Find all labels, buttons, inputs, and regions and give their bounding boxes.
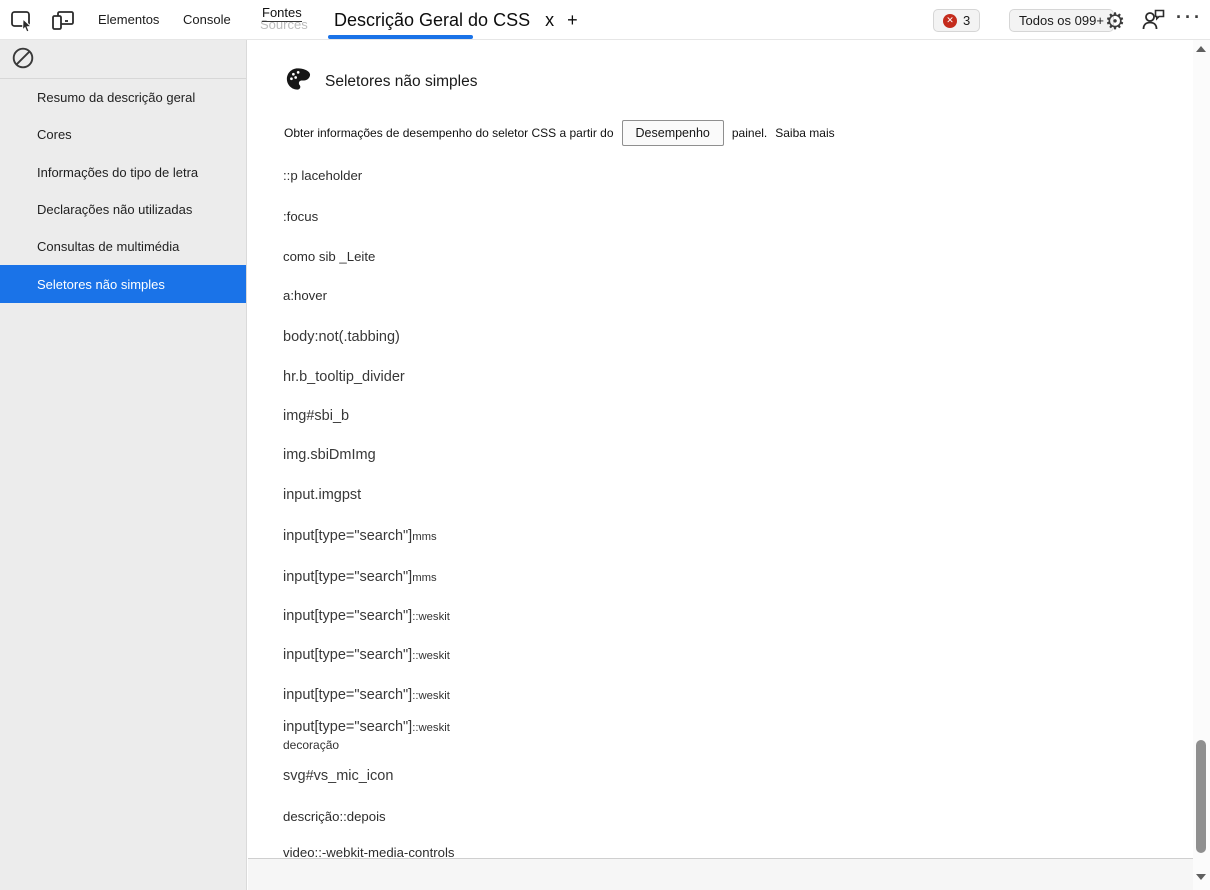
selector-row: svg#vs_mic_icon — [283, 768, 393, 784]
page-title: Seletores não simples — [325, 72, 478, 90]
close-tab-icon[interactable]: x — [545, 10, 554, 30]
tab-css-overview-label: Descrição Geral do CSS — [334, 10, 531, 30]
selector-text: img.sbiDmImg — [283, 447, 376, 463]
settings-gear-icon[interactable]: ⚙ — [1101, 2, 1129, 40]
sidebar-header — [0, 40, 246, 79]
feedback-person-icon[interactable] — [1140, 8, 1166, 32]
selector-suffix: mms — [412, 572, 437, 584]
panel-heading: Seletores não simples — [284, 66, 478, 97]
selector-row: ::p laceholder — [283, 168, 362, 183]
non-simple-selectors-panel: Seletores não simples Obter informações … — [248, 40, 1192, 858]
device-emulation-icon[interactable] — [50, 9, 76, 33]
css-overview-sidebar: Resumo da descrição geral Cores Informaçõe… — [0, 40, 247, 890]
hint-text-before: Obter informações de desempenho do selet… — [284, 126, 614, 140]
tab-fontes[interactable]: Fontes Sources — [258, 0, 328, 40]
selector-suffix: ::weskit — [412, 690, 450, 702]
performance-button[interactable]: Desempenho — [621, 120, 724, 146]
selector-row: input[type="search"]::weskitdecoração — [283, 719, 450, 752]
selector-second-line: decoração — [283, 738, 340, 752]
tab-css-overview[interactable]: Descrição Geral do CSS x + — [334, 0, 578, 40]
bottom-strip — [248, 858, 1210, 890]
selector-row: descrição::depois — [283, 809, 386, 824]
selector-suffix: ::weskit — [412, 650, 450, 662]
selector-row: input[type="search"]::weskit — [283, 608, 450, 624]
selector-text: ::p laceholder — [283, 168, 363, 183]
selector-text: svg#vs_mic_icon — [283, 768, 394, 784]
selector-suffix: mms — [412, 531, 437, 543]
selector-row: como sib _Leite — [283, 249, 375, 264]
selector-row: input[type="search"]::weskit — [283, 687, 450, 703]
selector-row: input[type="search"]mms — [283, 528, 437, 544]
devtools-toolbar: Elementos Console Fontes Sources Descriç… — [0, 0, 1210, 40]
selector-text: :focus — [283, 209, 319, 224]
selector-text: input[type="search"] — [283, 608, 413, 624]
sidebar-item-3[interactable]: Declarações não utilizadas — [0, 191, 246, 228]
sidebar-nav: Resumo da descrição geral Cores Informaçõe… — [0, 79, 246, 303]
selector-suffix: ::weskit — [412, 722, 450, 734]
error-icon: ✕ — [943, 13, 957, 28]
error-count: 3 — [963, 13, 971, 28]
selector-text: img#sbi_b — [283, 408, 350, 424]
selector-text: a:hover — [283, 288, 327, 303]
performance-hint-row: Obter informações de desempenho do selet… — [284, 120, 835, 146]
scroll-down-icon[interactable] — [1196, 874, 1206, 880]
selector-row: a:hover — [283, 288, 327, 303]
selector-text: descrição::depois — [283, 809, 386, 824]
new-tab-icon[interactable]: + — [567, 10, 578, 30]
selector-text: input[type="search"] — [283, 687, 413, 703]
selector-row: video::-webkit-media-controls — [283, 845, 455, 858]
sidebar-item-4[interactable]: Consultas de multimédia — [0, 228, 246, 265]
selector-suffix: ::weskit — [412, 611, 450, 623]
tab-fontes-label: Fontes — [262, 5, 302, 22]
sidebar-item-5[interactable]: Seletores não simples — [0, 265, 246, 303]
scrollbar-thumb[interactable] — [1196, 740, 1206, 853]
error-counter-badge[interactable]: ✕ 3 — [933, 9, 981, 32]
issues-badge[interactable]: Todos os 099+ — [1009, 9, 1114, 32]
selector-text: input[type="search"] — [283, 647, 413, 663]
inspect-element-icon[interactable] — [10, 9, 36, 33]
selector-text: input[type="search"] — [283, 719, 413, 735]
sidebar-item-0[interactable]: Resumo da descrição geral — [0, 79, 246, 116]
selector-text: input.imgpst — [283, 487, 362, 503]
tab-console[interactable]: Console — [183, 0, 231, 40]
more-options-icon[interactable]: ··· — [1176, 0, 1203, 40]
selector-row: input[type="search"]mms — [283, 569, 437, 585]
selector-text: input[type="search"] — [283, 569, 413, 585]
clear-overview-icon[interactable] — [11, 46, 35, 75]
selector-text: input[type="search"] — [283, 528, 413, 544]
sidebar-item-2[interactable]: Informações do tipo de letra — [0, 154, 246, 191]
selector-row: img.sbiDmImg — [283, 447, 376, 463]
active-tab-underline — [328, 35, 473, 39]
selector-text: video::-webkit-media-controls — [283, 845, 455, 858]
selector-row: hr.b_tooltip_divider — [283, 369, 405, 385]
learn-more-link[interactable]: Saiba mais — [775, 126, 834, 140]
hint-text-after: painel. — [731, 126, 768, 140]
scroll-up-icon[interactable] — [1196, 46, 1206, 52]
selector-row: img#sbi_b — [283, 408, 349, 424]
selector-row: input[type="search"]::weskit — [283, 647, 450, 663]
tab-elementos[interactable]: Elementos — [98, 0, 159, 40]
palette-icon — [284, 66, 311, 97]
selector-row: body:not(.tabbing) — [283, 329, 400, 345]
sidebar-item-1[interactable]: Cores — [0, 116, 246, 153]
selector-row: input.imgpst — [283, 487, 361, 503]
selector-text: hr.b_tooltip_divider — [283, 369, 405, 385]
selector-text: como sib _Leite — [283, 249, 376, 264]
issues-badge-label: Todos os 099+ — [1019, 13, 1104, 28]
selector-text: body:not(.tabbing) — [283, 329, 400, 345]
selector-row: :focus — [283, 209, 318, 224]
vertical-scrollbar[interactable] — [1193, 40, 1210, 890]
